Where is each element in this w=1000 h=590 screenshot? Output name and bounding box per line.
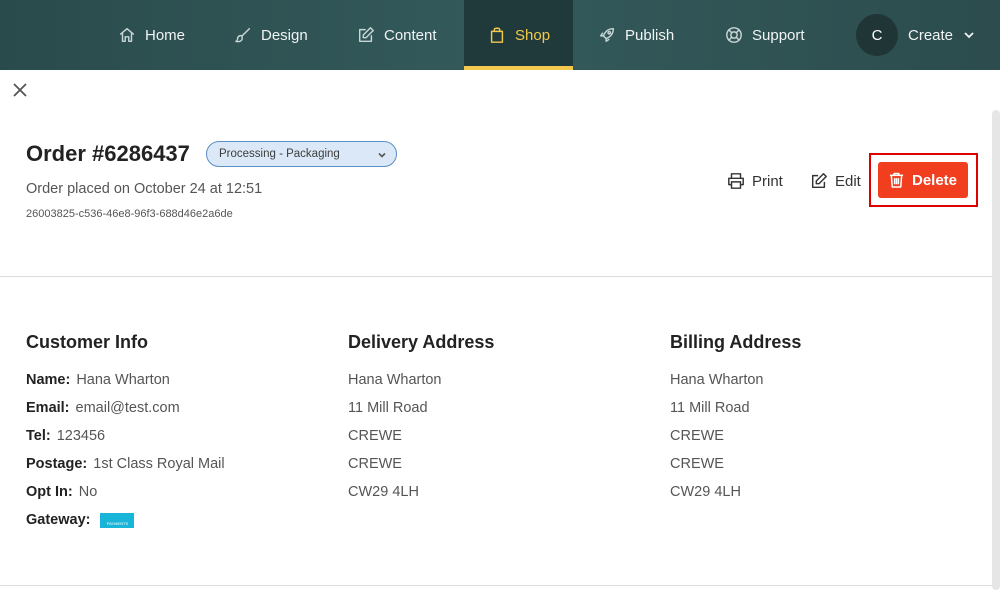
billing-line: Hana Wharton: [670, 372, 764, 388]
gateway-logo: PAYMENTS: [100, 512, 135, 528]
divider: [0, 276, 992, 277]
shopping-bag-icon: [490, 27, 504, 43]
brush-icon: [235, 27, 251, 43]
delete-label: Delete: [911, 171, 958, 189]
order-title: Order #6286437: [26, 141, 190, 166]
print-button[interactable]: Print: [727, 171, 783, 191]
customer-tel-row: Tel: 123456: [26, 428, 106, 444]
billing-line: 11 Mill Road: [670, 400, 750, 416]
delivery-line: CREWE: [348, 428, 402, 444]
delete-button[interactable]: Delete: [878, 162, 968, 198]
trash-icon: [889, 172, 904, 188]
nav-support-label: Support: [752, 26, 805, 44]
billing-address-heading: Billing Address: [670, 332, 802, 352]
printer-icon: [728, 173, 744, 189]
chevron-down-icon: [378, 152, 386, 158]
billing-line: CW29 4LH: [670, 484, 741, 500]
nav-shop-label: Shop: [515, 26, 551, 44]
create-label: Create: [908, 26, 954, 44]
top-navigation: Home Design Content Shop Publish Support…: [0, 0, 1000, 70]
print-label: Print: [752, 172, 783, 190]
order-status-select[interactable]: Processing - Packaging: [206, 141, 397, 167]
customer-gateway-row: Gateway: PAYMENTS: [26, 512, 135, 528]
home-icon: [119, 27, 135, 43]
edit-icon: [811, 173, 827, 189]
customer-email-row: Email: email@test.com: [26, 400, 180, 416]
customer-optin-row: Opt In: No: [26, 484, 98, 500]
customer-postage-row: Postage: 1st Class Royal Mail: [26, 456, 225, 472]
rocket-icon: [599, 27, 615, 43]
create-menu[interactable]: Create: [908, 0, 975, 70]
edit-label: Edit: [835, 172, 861, 190]
billing-line: CREWE: [670, 456, 724, 472]
divider: [0, 585, 992, 586]
nav-home-label: Home: [145, 26, 186, 44]
order-placed-date: Order placed on October 24 at 12:51: [26, 181, 263, 197]
nav-content[interactable]: Content: [357, 0, 437, 70]
delivery-line: CREWE: [348, 456, 402, 472]
nav-publish-label: Publish: [625, 26, 675, 44]
nav-design-label: Design: [261, 26, 308, 44]
edit-icon: [358, 27, 374, 43]
nav-content-label: Content: [384, 26, 437, 44]
edit-button[interactable]: Edit: [810, 171, 861, 191]
close-button[interactable]: [11, 81, 29, 99]
nav-shop[interactable]: Shop: [464, 0, 573, 70]
scrollbar[interactable]: [992, 110, 1000, 590]
billing-line: CREWE: [670, 428, 724, 444]
customer-info-heading: Customer Info: [26, 332, 149, 352]
nav-home[interactable]: Home: [118, 0, 185, 70]
close-icon: [13, 83, 27, 97]
chevron-down-icon: [964, 32, 974, 39]
nav-design[interactable]: Design: [234, 0, 308, 70]
delivery-line: Hana Wharton: [348, 372, 442, 388]
lifebuoy-icon: [726, 27, 742, 43]
customer-name-row: Name: Hana Wharton: [26, 372, 170, 388]
delivery-line: 11 Mill Road: [348, 400, 428, 416]
delivery-line: CW29 4LH: [348, 484, 419, 500]
avatar[interactable]: C: [856, 14, 898, 56]
order-uuid: 26003825-c536-46e8-96f3-688d46e2a6de: [26, 208, 233, 220]
delivery-address-heading: Delivery Address: [348, 332, 495, 352]
order-status-value: Processing - Packaging: [219, 148, 340, 160]
nav-support[interactable]: Support: [725, 0, 805, 70]
nav-publish[interactable]: Publish: [598, 0, 674, 70]
